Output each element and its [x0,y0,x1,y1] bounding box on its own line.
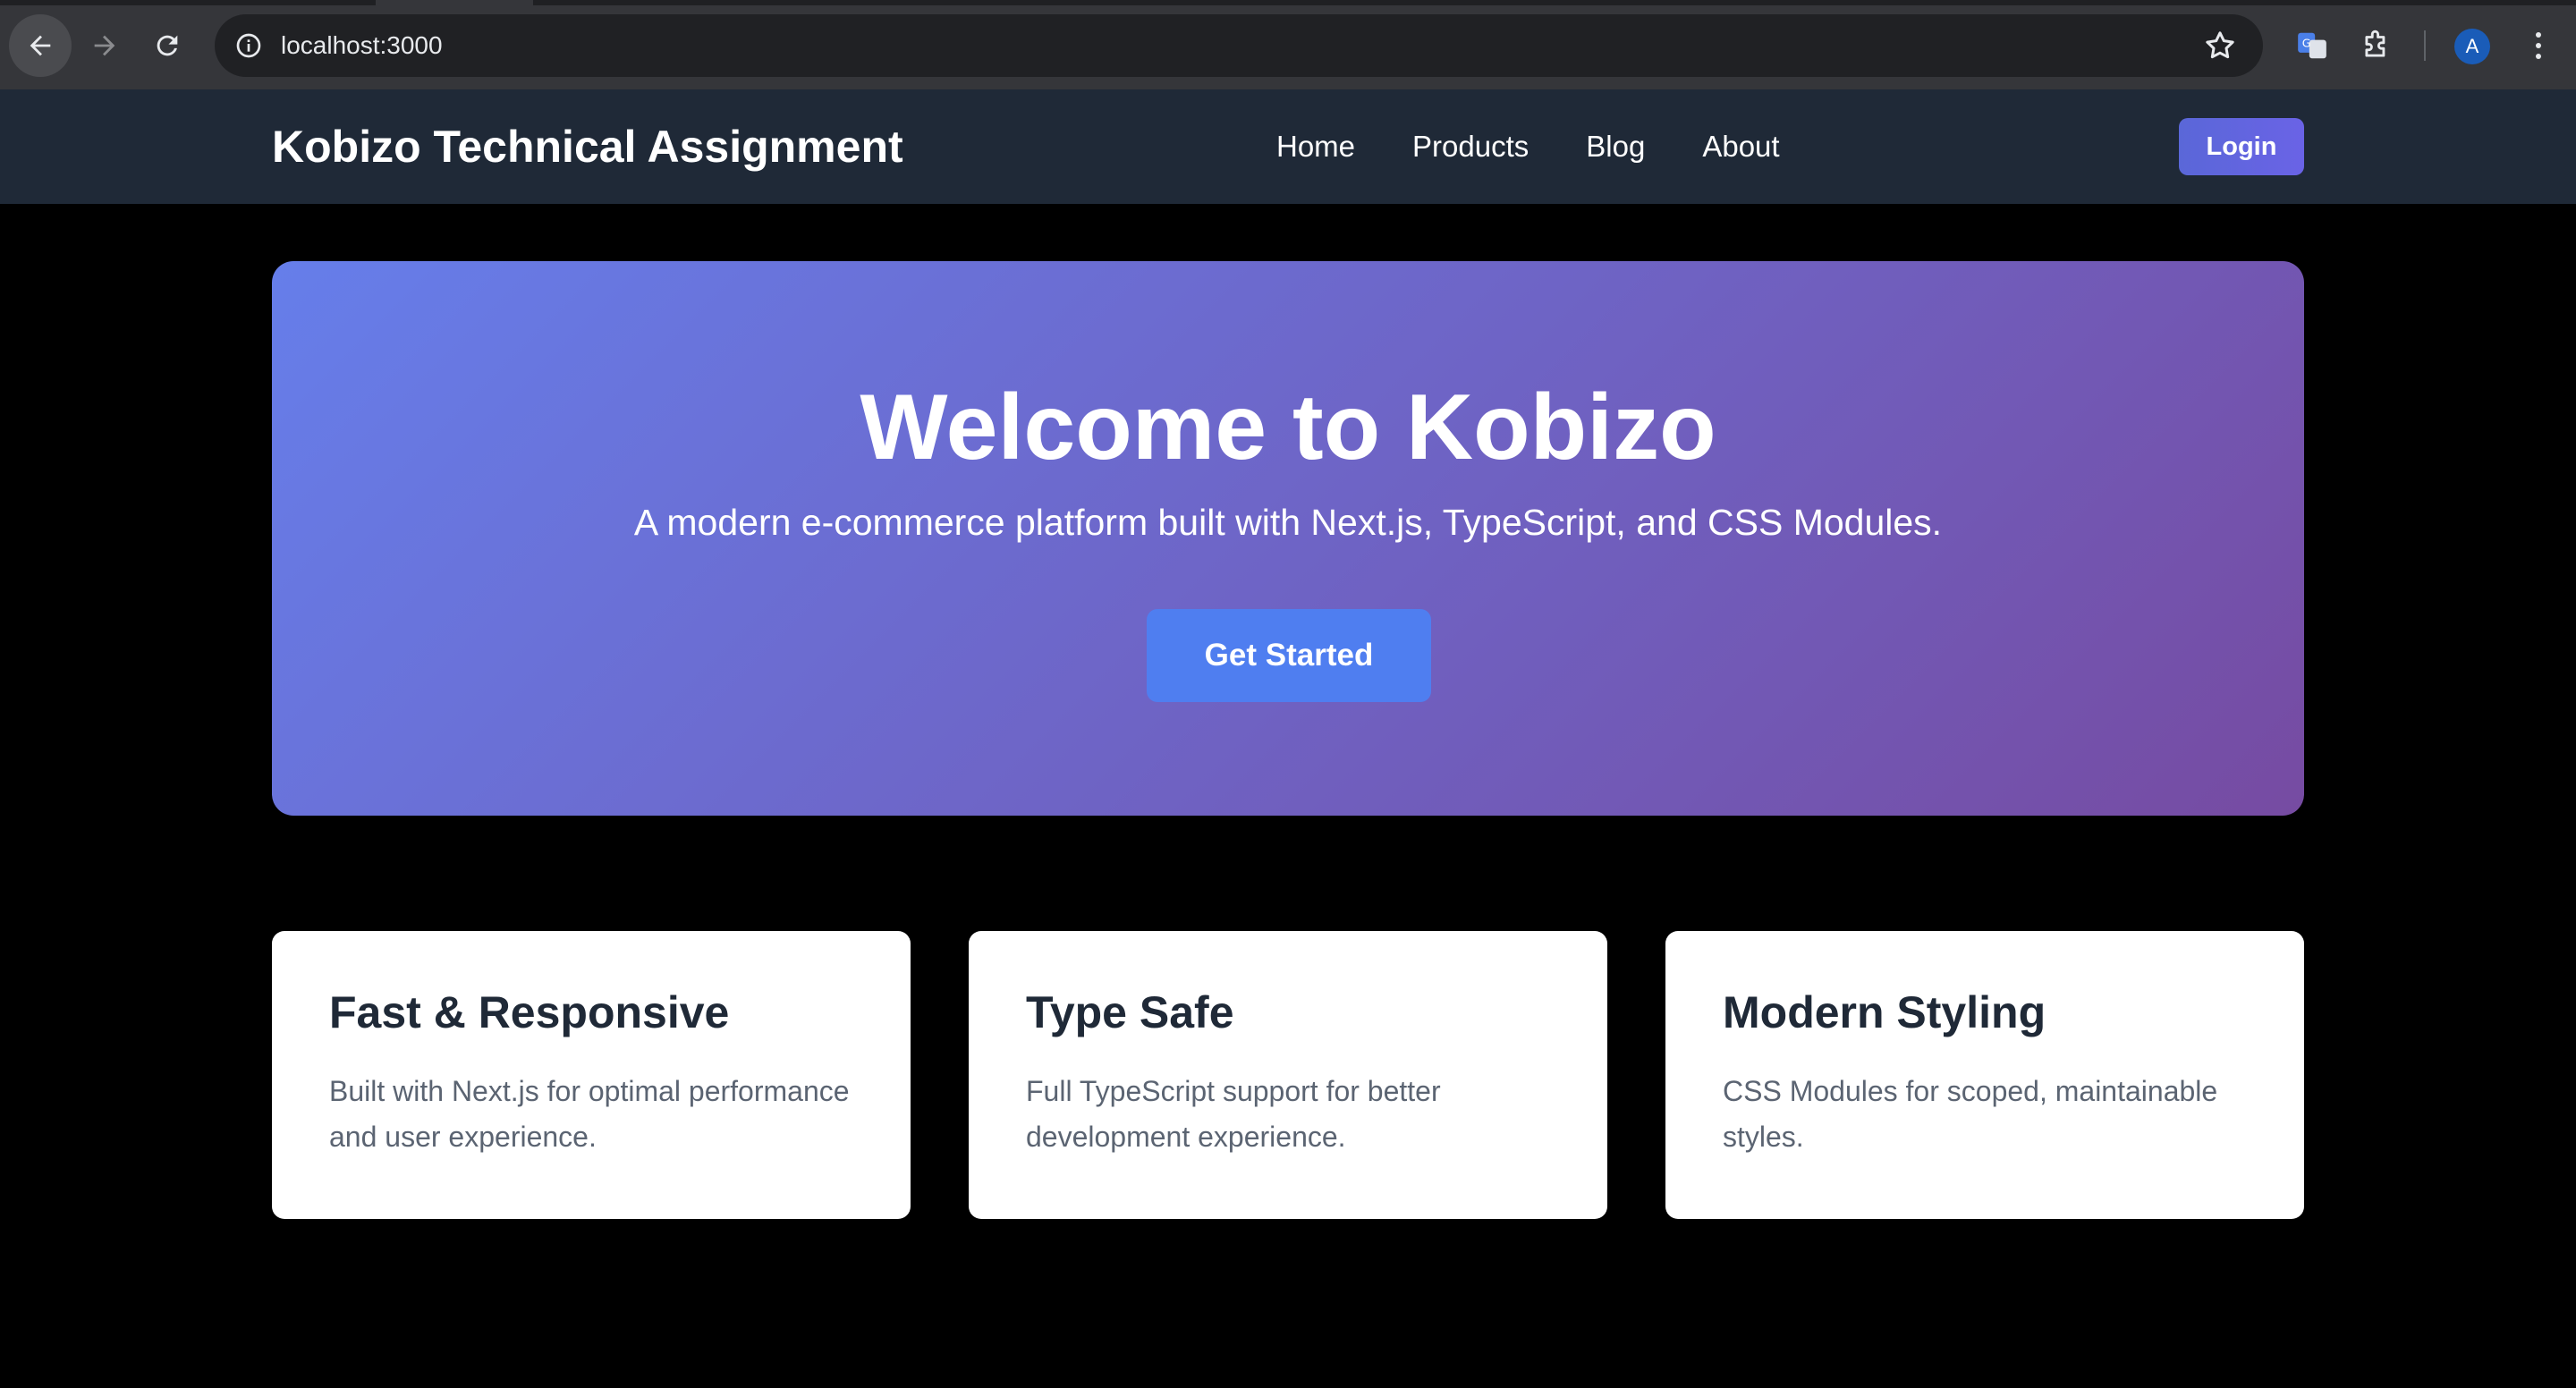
hero-subtitle: A modern e-commerce platform built with … [633,502,1943,543]
site-info-icon[interactable] [231,28,267,63]
back-button[interactable] [9,14,72,77]
tab-strip-edge [533,0,2576,5]
feature-description: Full TypeScript support for better devel… [1026,1075,1441,1153]
login-button[interactable]: Login [2179,118,2304,175]
tab-strip-edge [0,0,376,5]
feature-description: CSS Modules for scoped, maintainable sty… [1723,1075,2218,1153]
site-header: Kobizo Technical Assignment Home Product… [0,89,2576,204]
browser-toolbar: localhost:3000 G A [0,0,2576,89]
more-menu-icon[interactable] [2521,27,2556,64]
hero-banner: Welcome to Kobizo A modern e-commerce pl… [272,261,2304,816]
extensions-puzzle-icon[interactable] [2358,27,2395,64]
main-nav: Home Products Blog About [1276,89,1837,204]
translate-icon[interactable]: G [2293,27,2331,64]
brand-title[interactable]: Kobizo Technical Assignment [272,89,903,204]
feature-card: Modern Styling CSS Modules for scoped, m… [1665,931,2304,1219]
nav-link-home[interactable]: Home [1276,130,1355,164]
feature-description: Built with Next.js for optimal performan… [329,1075,850,1153]
feature-cards: Fast & Responsive Built with Next.js for… [272,931,2304,1219]
get-started-button[interactable]: Get Started [1147,609,1431,702]
nav-link-about[interactable]: About [1702,130,1779,164]
back-arrow-icon [30,35,51,56]
profile-avatar[interactable]: A [2454,29,2490,64]
bookmark-star-icon[interactable] [2202,28,2238,63]
address-bar[interactable]: localhost:3000 [215,14,2263,77]
forward-button[interactable] [73,14,136,77]
feature-card: Fast & Responsive Built with Next.js for… [272,931,911,1219]
nav-link-blog[interactable]: Blog [1586,130,1645,164]
svg-text:G: G [2302,37,2311,50]
url-text[interactable]: localhost:3000 [281,31,443,60]
reload-icon [157,35,178,56]
feature-title: Modern Styling [1723,987,2046,1037]
hero-title: Welcome to Kobizo [860,376,1716,479]
nav-link-products[interactable]: Products [1412,130,1529,164]
feature-card: Type Safe Full TypeScript support for be… [969,931,1607,1219]
reload-button[interactable] [136,14,199,77]
feature-title: Type Safe [1026,987,1234,1037]
toolbar-divider [2424,30,2426,61]
feature-title: Fast & Responsive [329,987,730,1037]
forward-arrow-icon [94,35,115,56]
